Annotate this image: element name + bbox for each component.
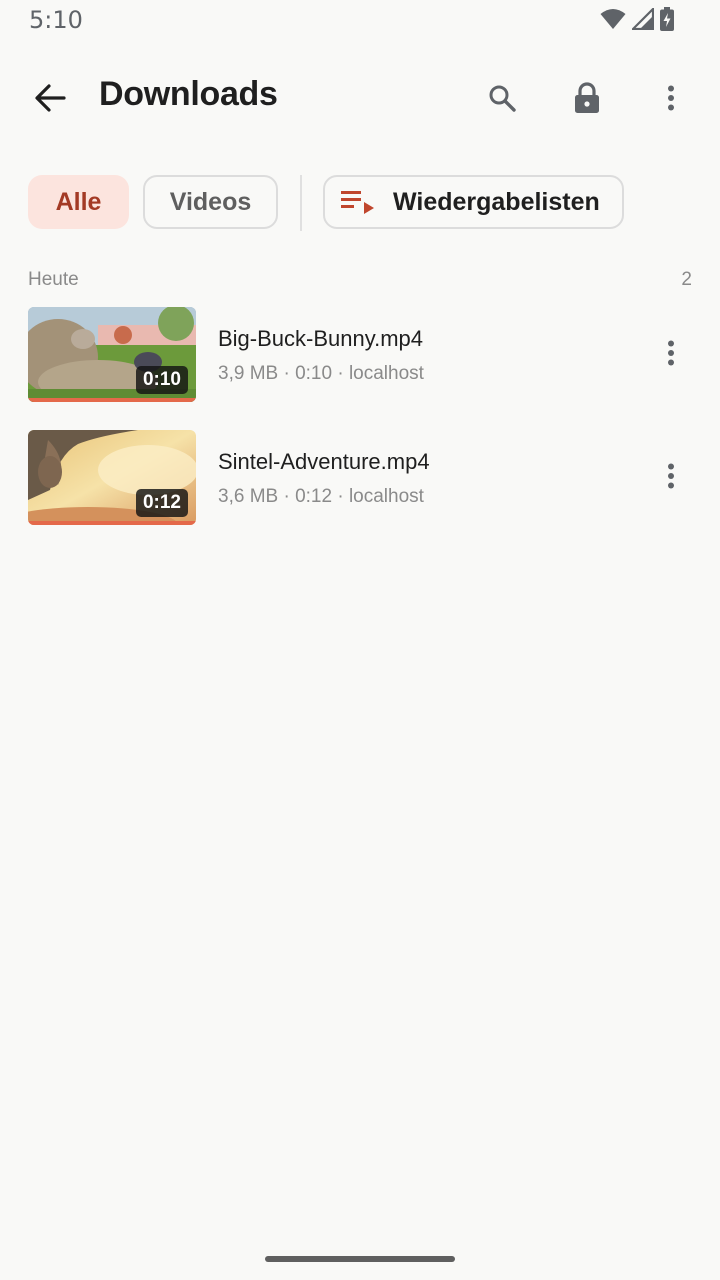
lock-button[interactable]: [563, 76, 611, 124]
list-item[interactable]: 0:12 Sintel-Adventure.mp4 3,6 MB · 0:12 …: [0, 430, 720, 530]
gesture-nav-bar[interactable]: [265, 1256, 455, 1262]
more-options-button[interactable]: [647, 76, 695, 124]
signal-icon: [630, 5, 655, 35]
item-meta: 3,6 MB · 0:12 · localhost: [218, 486, 424, 507]
back-button[interactable]: [26, 76, 74, 124]
watch-progress-bar: [28, 398, 196, 402]
chip-all[interactable]: Alle: [28, 175, 129, 229]
status-time: 5:10: [29, 6, 83, 34]
duration-badge: 0:12: [135, 489, 188, 517]
item-title: Sintel-Adventure.mp4: [218, 449, 430, 474]
wifi-icon: [600, 8, 626, 35]
arrow-back-icon: [34, 83, 66, 117]
section-count: 2: [681, 269, 692, 290]
chip-videos[interactable]: Videos: [143, 175, 278, 229]
chip-playlists[interactable]: Wiedergabelisten: [323, 175, 624, 229]
duration-badge: 0:10: [135, 366, 188, 394]
more-vert-icon: [667, 85, 675, 116]
app-bar: Downloads: [0, 58, 720, 138]
filter-chips: Alle Videos Wiedergabelisten: [28, 175, 708, 233]
more-vert-icon: [667, 340, 675, 371]
chip-playlists-label: Wiedergabelisten: [393, 187, 600, 216]
item-meta: 3,9 MB · 0:10 · localhost: [218, 363, 424, 384]
more-vert-icon: [667, 463, 675, 494]
battery-charging-icon: [660, 6, 674, 36]
watch-progress-bar: [28, 521, 196, 525]
chip-divider: [300, 175, 302, 231]
item-more-button[interactable]: [647, 331, 695, 379]
page-title: Downloads: [99, 75, 278, 113]
playlist-play-icon: [341, 189, 375, 215]
video-thumbnail: 0:10: [28, 307, 196, 402]
search-button[interactable]: [478, 76, 526, 124]
item-more-button[interactable]: [647, 454, 695, 502]
status-bar: 5:10: [0, 0, 720, 44]
status-icons: [600, 5, 674, 36]
section-title: Heute: [28, 269, 79, 290]
list-item[interactable]: 0:10 Big-Buck-Bunny.mp4 3,9 MB · 0:10 · …: [0, 307, 720, 407]
item-title: Big-Buck-Bunny.mp4: [218, 326, 424, 351]
search-icon: [488, 84, 516, 117]
video-thumbnail: 0:12: [28, 430, 196, 525]
lock-icon: [574, 81, 600, 119]
